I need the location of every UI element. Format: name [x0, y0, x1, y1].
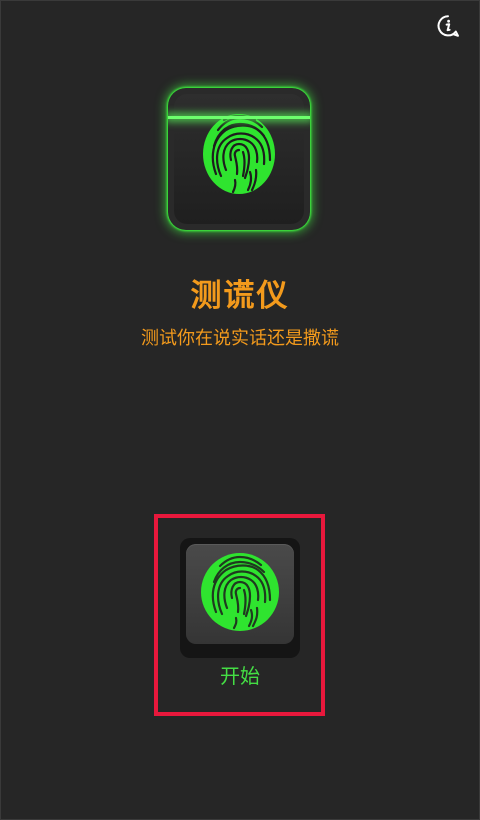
fingerprint-icon: [201, 553, 279, 631]
fingerprint-icon: [203, 114, 275, 194]
info-button[interactable]: [436, 14, 460, 38]
app-title: 测谎仪: [190, 278, 290, 314]
info-icon: [437, 15, 459, 37]
start-label[interactable]: 开始: [180, 660, 300, 689]
scan-line: [168, 116, 310, 119]
fingerprint-scanner-icon: [168, 88, 310, 230]
start-button[interactable]: [180, 538, 300, 658]
app-subtitle: 测试你在说实话还是撒谎: [141, 328, 339, 349]
